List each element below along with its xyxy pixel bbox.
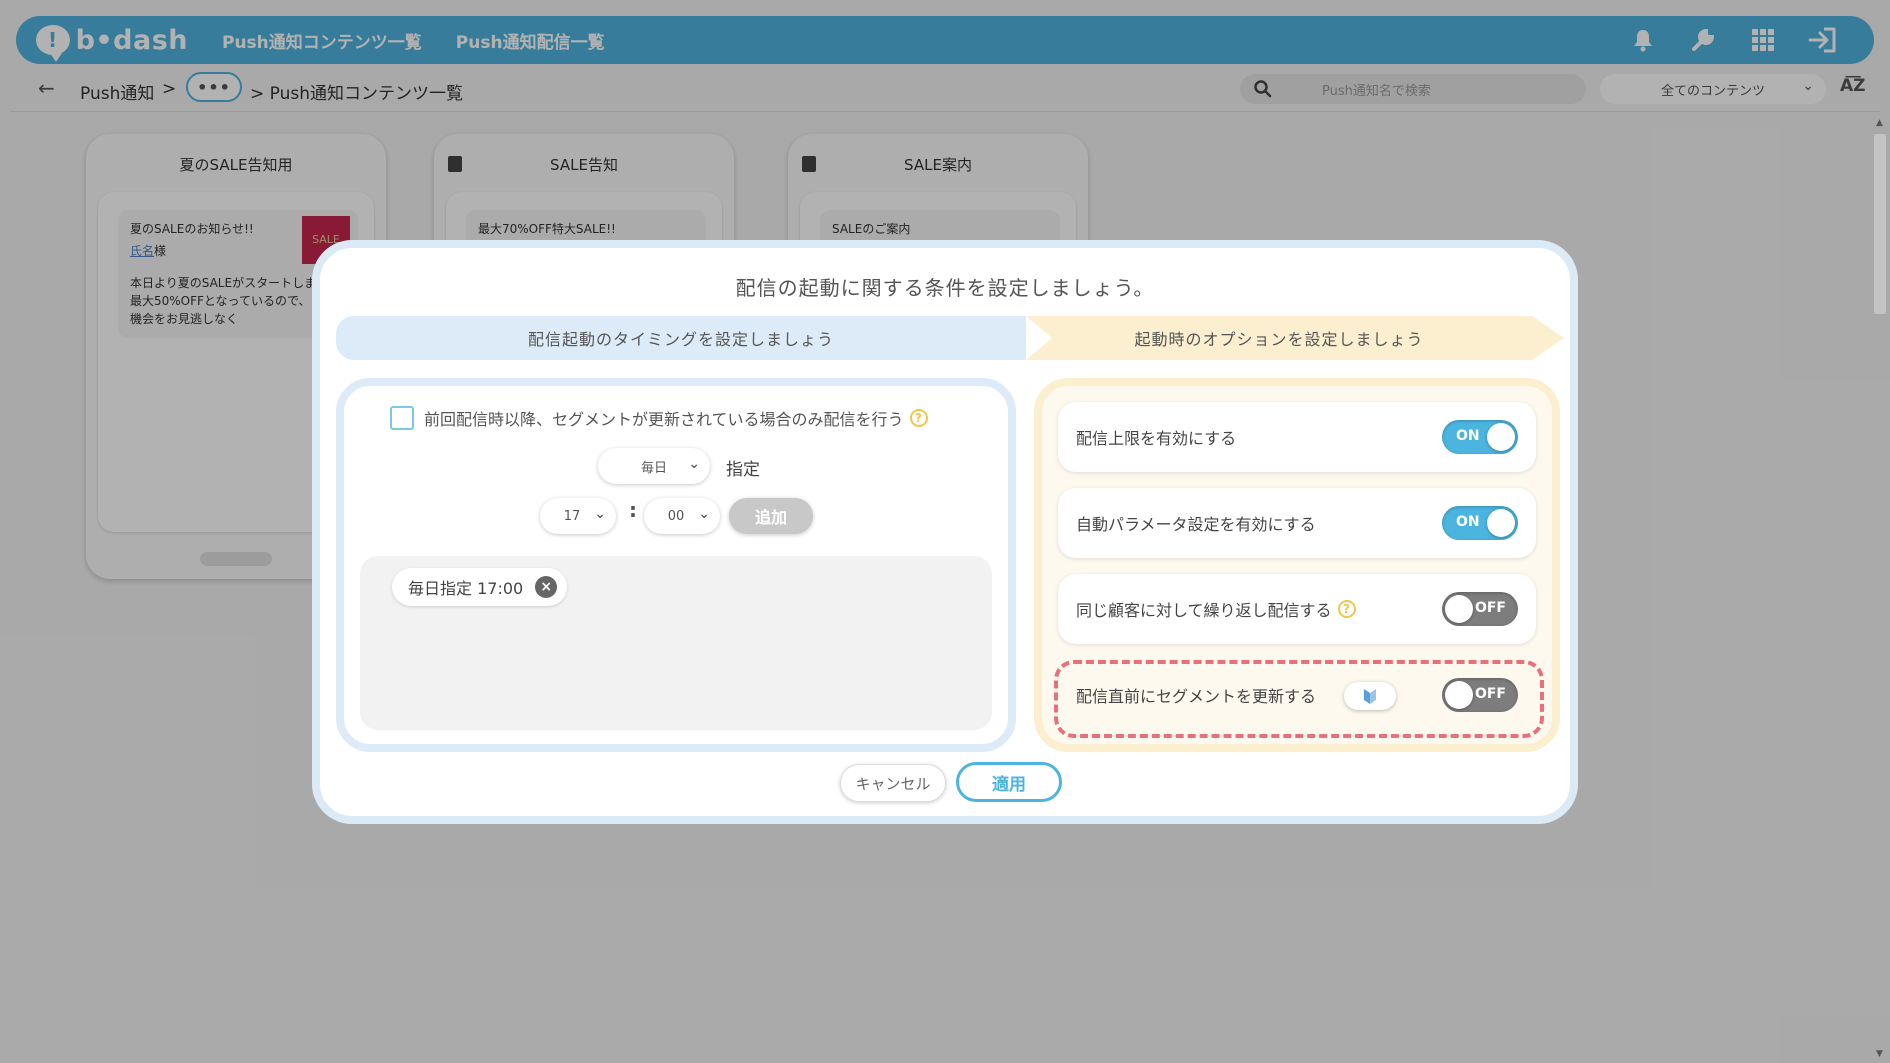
auto-parameter-toggle[interactable]: ON (1442, 506, 1518, 540)
chevron-down-icon: ⌄ (594, 506, 606, 522)
toggle-knob (1445, 595, 1473, 623)
frequency-select[interactable]: 毎日 ⌄ (598, 448, 710, 484)
step-options: 起動時のオプションを設定しましょう (1026, 316, 1564, 360)
scroll-thumb[interactable] (1874, 134, 1886, 314)
schedule-chip-label: 毎日指定 17:00 (408, 579, 524, 598)
apply-button[interactable]: 適用 (956, 762, 1062, 802)
option-auto-parameter: 自動パラメータ設定を有効にする ON (1058, 488, 1536, 558)
modal-title: 配信の起動に関する条件を設定しましょう。 (735, 276, 1155, 300)
timing-panel: 前回配信時以降、セグメントが更新されている場合のみ配信を行う ? 毎日 ⌄ 指定… (336, 378, 1016, 752)
option-label: 自動パラメータ設定を有効にする (1076, 515, 1316, 534)
remove-chip-icon[interactable]: × (535, 576, 558, 598)
segment-updated-condition: 前回配信時以降、セグメントが更新されている場合のみ配信を行う ? (390, 406, 928, 430)
chevron-down-icon: ⌄ (698, 506, 710, 522)
specify-label: 指定 (726, 460, 760, 480)
toggle-state: OFF (1474, 600, 1506, 616)
segment-updated-label: 前回配信時以降、セグメントが更新されている場合のみ配信を行う (424, 410, 904, 429)
schedule-list: 毎日指定 17:00 × (360, 556, 992, 730)
chevron-down-icon: ⌄ (688, 456, 700, 472)
time-colon: : (629, 498, 637, 522)
hour-select[interactable]: 17 ⌄ (540, 498, 616, 534)
toggle-knob (1487, 509, 1515, 537)
toggle-state: ON (1456, 428, 1480, 444)
trigger-settings-modal: 配信の起動に関する条件を設定しましょう。 配信起動のタイミングを設定しましょう … (312, 240, 1578, 824)
option-delivery-limit: 配信上限を有効にする ON (1058, 402, 1536, 472)
step-timing: 配信起動のタイミングを設定しましょう (336, 316, 1052, 360)
delivery-limit-toggle[interactable]: ON (1442, 420, 1518, 454)
option-label: 同じ顧客に対して繰り返し配信する (1076, 601, 1332, 620)
segment-updated-checkbox[interactable] (390, 406, 414, 430)
option-repeat-delivery: 同じ顧客に対して繰り返し配信する ? OFF (1058, 574, 1536, 644)
frequency-value: 毎日 (640, 460, 667, 476)
toggle-knob (1487, 423, 1515, 451)
hour-value: 17 (563, 508, 581, 524)
repeat-delivery-toggle[interactable]: OFF (1442, 592, 1518, 626)
toggle-state: ON (1456, 514, 1480, 530)
schedule-chip: 毎日指定 17:00 × (392, 568, 568, 606)
option-label: 配信上限を有効にする (1076, 429, 1237, 448)
help-icon[interactable]: ? (909, 409, 928, 427)
minute-value: 00 (667, 508, 685, 524)
highlight-frame (1054, 660, 1544, 738)
cancel-button[interactable]: キャンセル (840, 764, 946, 802)
add-schedule-button[interactable]: 追加 (729, 498, 813, 534)
step-options-label: 起動時のオプションを設定しましょう (1134, 330, 1424, 349)
help-icon[interactable]: ? (1337, 600, 1356, 618)
options-panel: 配信上限を有効にする ON 自動パラメータ設定を有効にする ON 同じ顧客に対し… (1034, 378, 1560, 752)
scroll-up-icon[interactable]: ▲ (1876, 118, 1883, 128)
minute-select[interactable]: 00 ⌄ (644, 498, 720, 534)
scroll-down-icon[interactable]: ▼ (1876, 1049, 1883, 1059)
page-scrollbar[interactable]: ▲ ▼ (1870, 112, 1890, 1063)
